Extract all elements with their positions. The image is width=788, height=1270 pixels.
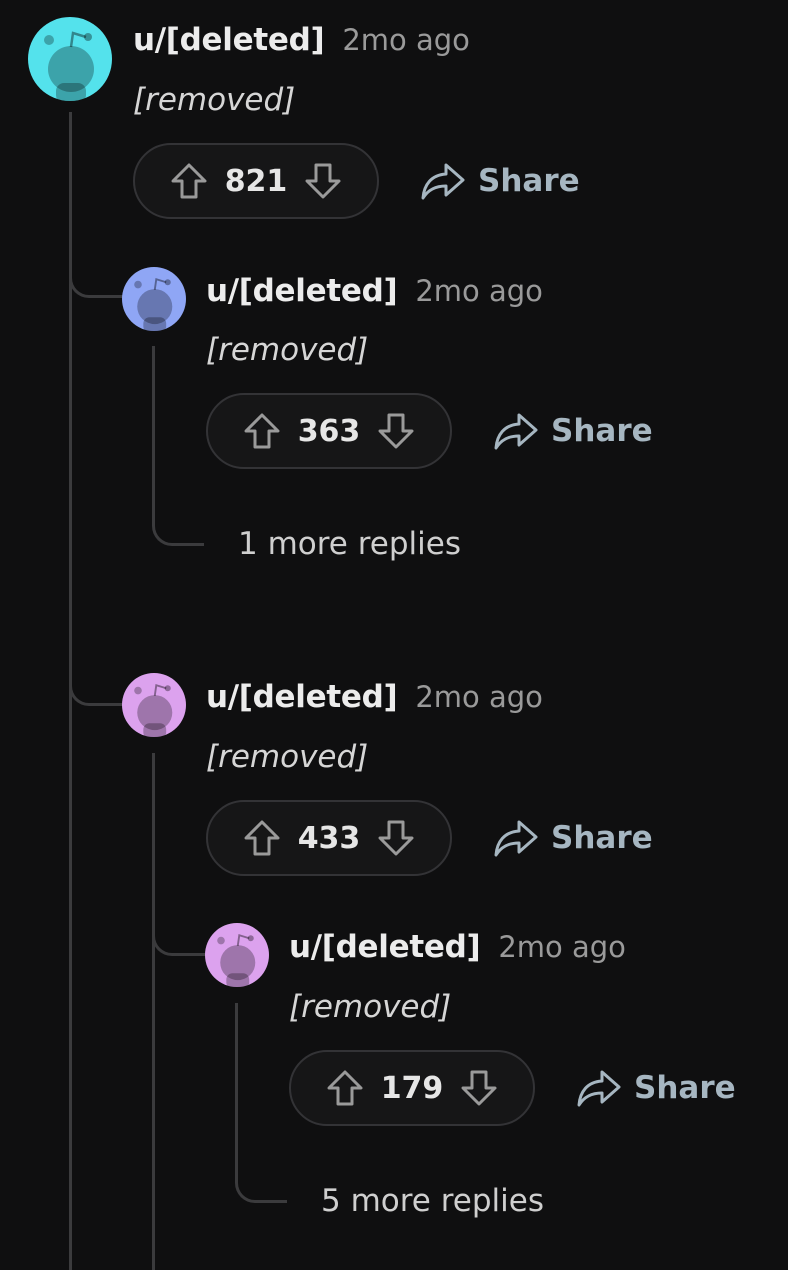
vote-bar: 433 bbox=[206, 800, 452, 876]
vote-count: 821 bbox=[224, 163, 288, 199]
vote-bar: 179 bbox=[289, 1050, 535, 1126]
avatar[interactable] bbox=[28, 17, 112, 101]
comment-meta: u/[deleted] 2mo ago bbox=[206, 273, 543, 309]
thread-connector bbox=[69, 232, 123, 298]
avatar[interactable] bbox=[122, 267, 186, 331]
vote-bar: 821 bbox=[133, 143, 379, 219]
author-name[interactable]: u/[deleted] bbox=[133, 22, 325, 58]
author-name[interactable]: u/[deleted] bbox=[206, 679, 398, 715]
timestamp[interactable]: 2mo ago bbox=[415, 680, 543, 714]
share-label: Share bbox=[551, 820, 653, 856]
vote-count: 179 bbox=[380, 1070, 444, 1106]
avatar[interactable] bbox=[205, 923, 269, 987]
timestamp[interactable]: 2mo ago bbox=[415, 274, 543, 308]
author-name[interactable]: u/[deleted] bbox=[289, 929, 481, 965]
avatar[interactable] bbox=[122, 673, 186, 737]
comment-body: [removed] bbox=[206, 739, 369, 775]
upvote-arrow-icon[interactable] bbox=[325, 1068, 365, 1108]
timestamp[interactable]: 2mo ago bbox=[342, 23, 470, 57]
share-button[interactable]: Share bbox=[420, 161, 580, 201]
share-arrow-icon bbox=[494, 413, 538, 450]
downvote-arrow-icon[interactable] bbox=[376, 818, 416, 858]
thread-connector bbox=[152, 890, 206, 956]
thread-connector bbox=[152, 494, 204, 546]
thread-connector bbox=[235, 1151, 287, 1203]
comment-body: [removed] bbox=[289, 989, 452, 1025]
thread-connector bbox=[69, 640, 123, 706]
thread-line[interactable] bbox=[235, 1003, 238, 1153]
share-button[interactable]: Share bbox=[576, 1068, 736, 1108]
comment-body: [removed] bbox=[206, 332, 369, 368]
downvote-arrow-icon[interactable] bbox=[376, 411, 416, 451]
timestamp[interactable]: 2mo ago bbox=[498, 930, 626, 964]
share-arrow-icon bbox=[421, 163, 465, 200]
more-replies-link[interactable]: 1 more replies bbox=[238, 526, 461, 562]
share-label: Share bbox=[551, 413, 653, 449]
vote-count: 363 bbox=[297, 413, 361, 449]
vote-count: 433 bbox=[297, 820, 361, 856]
snoo-avatar-icon bbox=[28, 17, 112, 101]
comment-meta: u/[deleted] 2mo ago bbox=[206, 679, 543, 715]
snoo-avatar-icon bbox=[122, 267, 186, 331]
thread-line[interactable] bbox=[152, 753, 155, 1270]
downvote-arrow-icon[interactable] bbox=[459, 1068, 499, 1108]
share-label: Share bbox=[478, 163, 580, 199]
thread-line[interactable] bbox=[152, 346, 155, 496]
downvote-arrow-icon[interactable] bbox=[303, 161, 343, 201]
comment-meta: u/[deleted] 2mo ago bbox=[133, 22, 470, 58]
share-button[interactable]: Share bbox=[493, 411, 653, 451]
upvote-arrow-icon[interactable] bbox=[242, 818, 282, 858]
vote-bar: 363 bbox=[206, 393, 452, 469]
comment-meta: u/[deleted] 2mo ago bbox=[289, 929, 626, 965]
share-button[interactable]: Share bbox=[493, 818, 653, 858]
comment-body: [removed] bbox=[133, 82, 296, 118]
snoo-avatar-icon bbox=[205, 923, 269, 987]
snoo-avatar-icon bbox=[122, 673, 186, 737]
share-arrow-icon bbox=[577, 1070, 621, 1107]
share-arrow-icon bbox=[494, 820, 538, 857]
author-name[interactable]: u/[deleted] bbox=[206, 273, 398, 309]
more-replies-link[interactable]: 5 more replies bbox=[321, 1183, 544, 1219]
share-label: Share bbox=[634, 1070, 736, 1106]
upvote-arrow-icon[interactable] bbox=[242, 411, 282, 451]
upvote-arrow-icon[interactable] bbox=[169, 161, 209, 201]
